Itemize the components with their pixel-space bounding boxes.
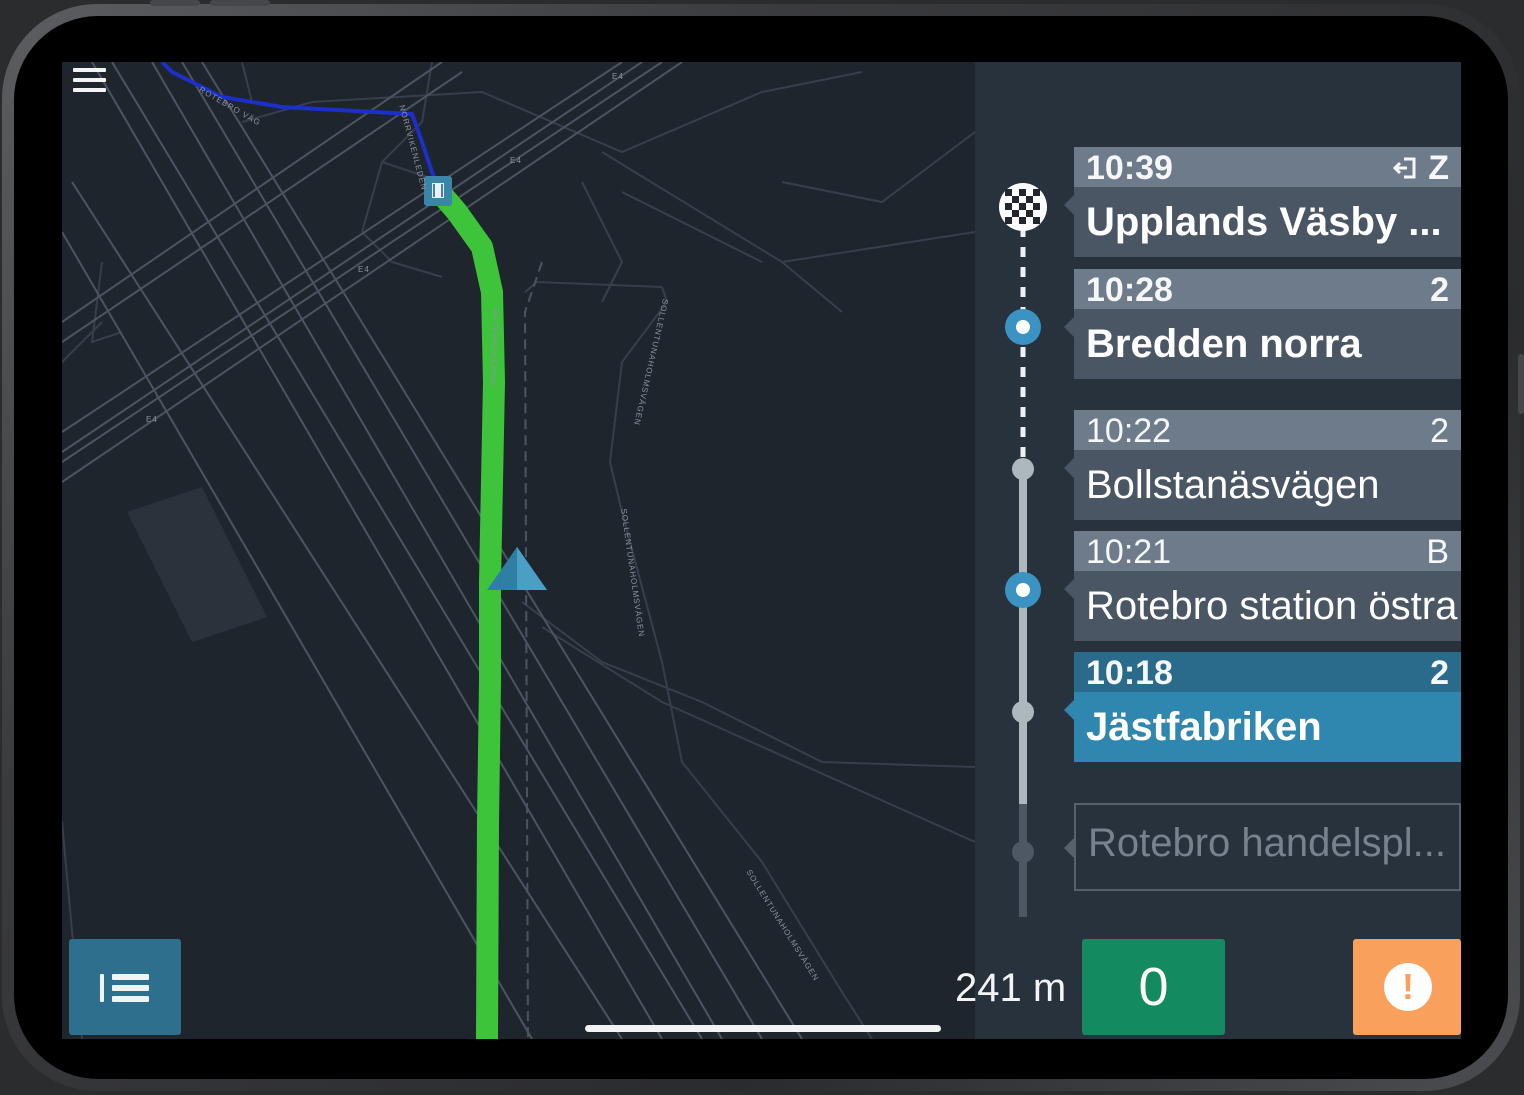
app-screen: ROTEBROLEDEN SOLLENTUNAHOLMSVÄGEN SOLLEN… <box>62 62 1461 1039</box>
stop-header: 10:22 2 <box>1074 410 1461 450</box>
stop-card[interactable]: 10:22 2 Bollstanäsvägen <box>1064 410 1461 520</box>
road-label: E4 <box>358 265 370 274</box>
stop-time: 10:21 <box>1086 533 1172 571</box>
stop-header: 10:28 2 <box>1074 269 1461 309</box>
stop-time: 10:22 <box>1086 412 1172 450</box>
stop-header: 10:21 B <box>1074 531 1461 571</box>
stop-name: Upplands Väsby ... <box>1086 200 1442 244</box>
dashed-rail-line <box>523 261 543 1039</box>
stop-timeline-panel: 10:39 Z Upplands Väsby ... 10:28 2 Bredd… <box>975 62 1461 1039</box>
stop-body: Rotebro station östra <box>1074 571 1461 641</box>
stop-time: 10:28 <box>1086 271 1173 309</box>
stop-name: Bredden norra <box>1086 322 1362 366</box>
route-line-behind <box>160 62 440 188</box>
road-label: E4 <box>146 415 158 424</box>
bus-stop-marker <box>424 176 452 206</box>
stop-time: 10:39 <box>1086 149 1173 187</box>
exit-door-icon <box>1393 157 1416 179</box>
stop-header: 10:39 Z <box>1074 147 1461 187</box>
alert-button[interactable]: ! <box>1353 939 1461 1035</box>
stop-dot-rotebro-station <box>1005 572 1041 608</box>
checkered-flag-icon <box>999 183 1047 231</box>
top-button <box>150 0 200 6</box>
stop-dot-bollstanasvagen <box>1012 458 1034 480</box>
home-indicator[interactable] <box>585 1025 941 1032</box>
stop-name: Rotebro station östra <box>1086 584 1458 628</box>
stop-card-final[interactable]: 10:39 Z Upplands Väsby ... <box>1064 147 1461 257</box>
list-bar <box>112 985 149 991</box>
stop-pointer <box>1064 699 1075 721</box>
stop-zone: 2 <box>1430 654 1449 692</box>
stop-pointer <box>1064 837 1075 859</box>
right-side-button <box>1518 354 1524 414</box>
stop-card[interactable]: 10:21 B Rotebro station östra <box>1064 531 1461 641</box>
stop-zone-label: Z <box>1428 149 1449 187</box>
stop-pointer <box>1064 194 1075 216</box>
stop-dot-jastfabriken <box>1012 701 1034 723</box>
stop-name: Bollstanäsvägen <box>1086 463 1380 507</box>
timeline-track <box>999 183 1047 917</box>
stop-card-passed[interactable]: Rotebro handelspl... <box>1064 803 1461 913</box>
stop-name: Jästfabriken <box>1086 705 1322 749</box>
stop-zone: Z <box>1392 149 1449 188</box>
top-button-2 <box>210 0 270 6</box>
stop-body: Bredden norra <box>1074 309 1461 379</box>
stop-pointer <box>1064 578 1075 600</box>
stop-card[interactable]: 10:28 2 Bredden norra <box>1064 269 1461 379</box>
stop-body: Jästfabriken <box>1074 692 1461 762</box>
stop-zone: 2 <box>1430 412 1449 450</box>
map-view[interactable]: ROTEBROLEDEN SOLLENTUNAHOLMSVÄGEN SOLLEN… <box>62 62 975 1039</box>
list-bar <box>112 996 149 1002</box>
distance-to-next-stop: 241 m <box>955 966 1067 1010</box>
stop-card-current[interactable]: 10:18 2 Jästfabriken <box>1064 652 1461 762</box>
stop-dot-rotebro-handelsplats <box>1012 841 1034 863</box>
stop-pointer <box>1064 316 1075 338</box>
stop-body: Bollstanäsvägen <box>1074 450 1461 520</box>
building-block <box>127 487 267 642</box>
map-canvas <box>62 62 975 1039</box>
stop-body: Upplands Väsby ... <box>1074 187 1461 257</box>
stop-dot-bredden-norra <box>1005 309 1041 345</box>
stop-zone: B <box>1426 533 1449 571</box>
stop-zone: 2 <box>1430 271 1449 309</box>
hamburger-menu-icon[interactable] <box>70 68 110 96</box>
stop-body: Rotebro handelspl... <box>1074 803 1461 891</box>
list-bar <box>100 974 104 1002</box>
road-label: E4 <box>612 72 624 81</box>
stop-header: 10:18 2 <box>1074 652 1461 692</box>
stop-name: Rotebro handelspl... <box>1088 821 1447 865</box>
exclamation-icon: ! <box>1384 963 1432 1011</box>
list-bar <box>112 974 149 980</box>
stop-pointer <box>1064 457 1075 479</box>
passenger-counter-button[interactable]: 0 <box>1082 939 1225 1035</box>
stop-list-icon[interactable] <box>69 939 181 1035</box>
road-label: E4 <box>510 156 522 165</box>
stop-time: 10:18 <box>1086 654 1173 692</box>
